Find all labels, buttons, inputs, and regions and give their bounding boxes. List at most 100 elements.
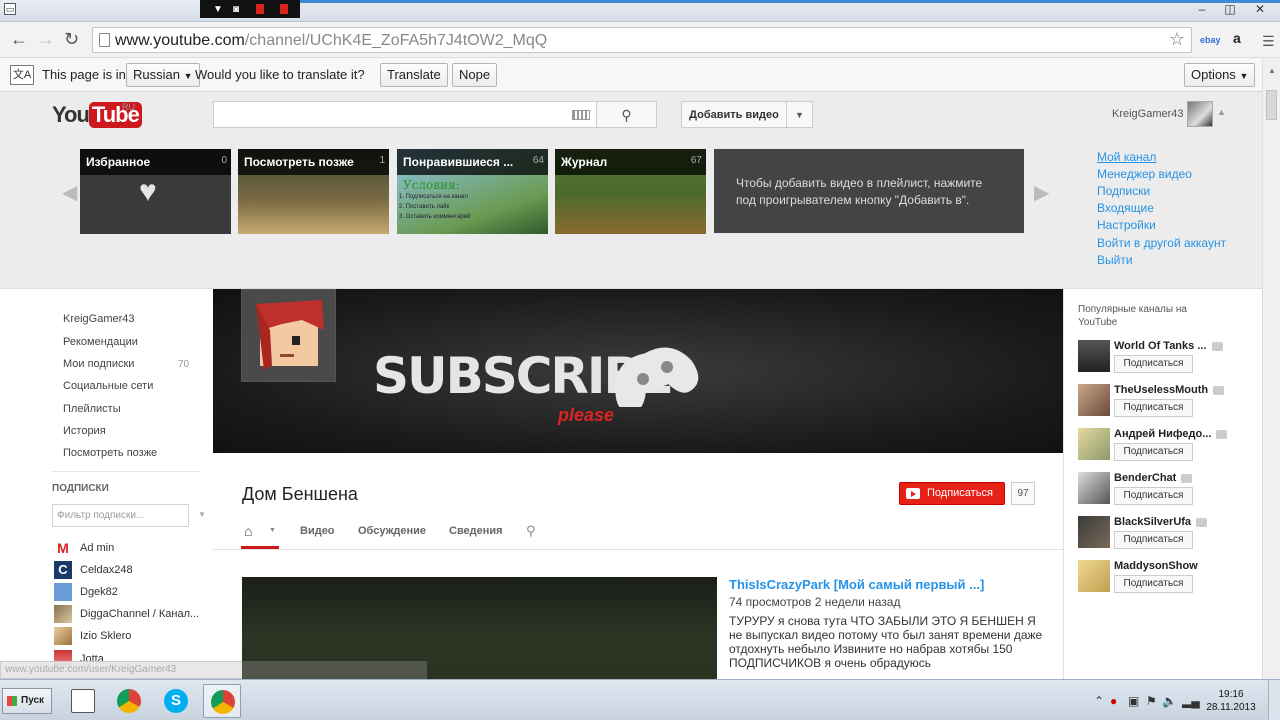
minimize-button[interactable]: – xyxy=(1188,0,1216,18)
upload-dropdown-button[interactable]: ▼ xyxy=(786,101,813,128)
close-button[interactable]: ✕ xyxy=(1246,0,1274,18)
verified-icon xyxy=(1213,385,1225,395)
bookmark-star-icon[interactable]: ☆ xyxy=(1169,29,1185,50)
search-input[interactable] xyxy=(213,101,597,128)
amazon-extension-icon[interactable]: a xyxy=(1233,30,1241,46)
taskbar-chrome-active[interactable] xyxy=(203,684,241,718)
show-desktop-button[interactable] xyxy=(1268,680,1280,720)
popular-channel-name[interactable]: BlackSilverUfa xyxy=(1114,516,1208,528)
popular-subscribe-button[interactable]: Подписаться xyxy=(1114,531,1193,549)
search-icon[interactable]: ⚲ xyxy=(526,523,536,539)
scrollbar-thumb[interactable] xyxy=(1266,90,1277,120)
restore-button[interactable]: ◫ xyxy=(1216,0,1244,18)
menu-icon[interactable]: ☰ xyxy=(1262,32,1275,50)
verified-icon xyxy=(1181,473,1193,483)
playlist-history[interactable]: Журнал 67 xyxy=(555,149,706,234)
guide-sidebar: KreigGamer43 Рекомендации Мои подписки 7… xyxy=(0,289,213,679)
popular-subscribe-button[interactable]: Подписаться xyxy=(1114,575,1193,593)
forward-arrow-icon[interactable]: → xyxy=(37,30,55,48)
clock[interactable]: 19:16 28.11.2013 xyxy=(1203,688,1259,714)
playlist-next-icon[interactable]: ▶ xyxy=(1034,180,1049,205)
popular-subscribe-button[interactable]: Подписаться xyxy=(1114,487,1193,505)
flag-icon[interactable]: ⚑ xyxy=(1146,694,1157,708)
subscribe-button[interactable]: Подписаться xyxy=(899,482,1005,505)
guide-item-channel[interactable]: KreigGamer43 xyxy=(63,313,135,325)
window-system-icon[interactable]: ▭ xyxy=(4,3,16,15)
tab-videos[interactable]: Видео xyxy=(300,525,335,537)
keyboard-icon[interactable] xyxy=(572,110,590,120)
subscriptions-link[interactable]: Подписки xyxy=(1097,183,1226,200)
back-arrow-icon[interactable]: ← xyxy=(10,30,28,48)
upload-button[interactable]: Добавить видео xyxy=(681,101,787,128)
network-icon[interactable]: ▣ xyxy=(1128,694,1139,708)
language-select[interactable]: Russian ▼ xyxy=(126,63,200,87)
switch-account-link[interactable]: Войти в другой аккаунт xyxy=(1097,234,1226,252)
sign-out-link[interactable]: Выйти xyxy=(1097,252,1226,269)
video-player[interactable] xyxy=(242,577,717,679)
page-scrollbar[interactable]: ▲ xyxy=(1262,58,1280,679)
popular-channel-name[interactable]: TheUselessMouth xyxy=(1114,384,1225,396)
nope-button[interactable]: Nope xyxy=(452,63,498,87)
tab-about[interactable]: Сведения xyxy=(449,525,503,537)
guide-item-playlists[interactable]: Плейлисты xyxy=(63,403,121,415)
channel-icon[interactable] xyxy=(1078,516,1110,548)
logo-you: You xyxy=(52,102,90,127)
chevron-down-icon[interactable]: ▼ xyxy=(198,510,206,519)
url-text[interactable]: www.youtube.com/channel/UChK4E_ZoFA5h7J4… xyxy=(115,32,547,50)
taskbar-skype[interactable]: S xyxy=(157,684,195,718)
popular-channel-name[interactable]: BenderChat xyxy=(1114,472,1193,484)
subscription-filter-input[interactable]: Фильтр подписки... xyxy=(52,504,189,527)
tab-discussion[interactable]: Обсуждение xyxy=(358,525,426,537)
playlist-prev-icon[interactable]: ◀ xyxy=(62,180,77,205)
popular-subscribe-button[interactable]: Подписаться xyxy=(1114,399,1193,417)
guide-item-social[interactable]: Социальные сети xyxy=(63,380,153,392)
youtube-logo[interactable]: You Tube RU xyxy=(52,102,142,128)
guide-item-history[interactable]: История xyxy=(63,425,106,437)
guide-item-watch-later[interactable]: Посмотреть позже xyxy=(63,447,157,459)
address-bar[interactable]: www.youtube.com/channel/UChK4E_ZoFA5h7J4… xyxy=(92,27,1192,53)
playlist-watch-later[interactable]: Посмотреть позже 1 xyxy=(238,149,389,234)
translate-button[interactable]: Translate xyxy=(380,63,448,87)
guide-item-recommendations[interactable]: Рекомендации xyxy=(63,336,138,348)
popular-channel-name[interactable]: MaddysonShow xyxy=(1114,560,1198,572)
language-select-value: Russian xyxy=(133,67,180,82)
guide-item-my-subscriptions[interactable]: Мои подписки xyxy=(63,358,134,370)
youtube-play-icon xyxy=(906,488,920,499)
reload-icon[interactable]: ↻ xyxy=(64,30,79,48)
popular-channel-name[interactable]: World Of Tanks ... xyxy=(1114,340,1223,352)
options-button[interactable]: Options ▼ xyxy=(1184,63,1256,87)
scroll-up-icon[interactable]: ▲ xyxy=(1268,66,1276,75)
home-icon[interactable]: ⌂ xyxy=(244,523,252,539)
video-title-link[interactable]: ThisIsCrazyPark [Мой самый первый ...] xyxy=(729,577,984,592)
settings-link[interactable]: Настройки xyxy=(1097,217,1226,234)
start-button[interactable]: Пуск xyxy=(2,688,52,714)
popular-subscribe-button[interactable]: Подписаться xyxy=(1114,355,1193,373)
playlist-liked[interactable]: Понравившиеся ... 64 Условия: 1. Подписа… xyxy=(397,149,548,234)
playlist-favorites[interactable]: Избранное 0 ♥ xyxy=(80,149,231,234)
video-manager-link[interactable]: Менеджер видео xyxy=(1097,166,1226,183)
popular-subscribe-button[interactable]: Подписаться xyxy=(1114,443,1193,461)
volume-icon[interactable]: 🔈 xyxy=(1162,694,1177,708)
channel-icon[interactable] xyxy=(1078,428,1110,460)
ebay-extension-icon[interactable]: ebay xyxy=(1200,35,1221,45)
channel-icon[interactable] xyxy=(1078,472,1110,504)
skype-icon: S xyxy=(164,689,188,713)
chevron-up-icon[interactable]: ▲ xyxy=(1217,107,1226,117)
record-icon[interactable]: ● xyxy=(1110,694,1117,708)
inbox-link[interactable]: Входящие xyxy=(1097,200,1226,217)
channel-icon[interactable] xyxy=(1078,340,1110,372)
signal-icon[interactable]: ▂▄ xyxy=(1182,694,1200,708)
tray-expand-icon[interactable]: ⌃ xyxy=(1094,694,1104,708)
chevron-down-icon[interactable]: ▼ xyxy=(269,527,276,534)
chrome-icon xyxy=(117,689,141,713)
channel-icon[interactable] xyxy=(1078,560,1110,592)
username[interactable]: KreigGamer43 xyxy=(1112,108,1184,120)
search-button[interactable]: ⚲ xyxy=(596,101,657,128)
popular-channel-name[interactable]: Андрей Нифедо... xyxy=(1114,428,1228,440)
taskbar-calculator[interactable] xyxy=(64,684,102,718)
channel-avatar[interactable] xyxy=(241,289,336,382)
channel-icon[interactable] xyxy=(1078,384,1110,416)
my-channel-link[interactable]: Мой канал xyxy=(1097,149,1226,166)
taskbar-chrome[interactable] xyxy=(110,684,148,718)
avatar[interactable] xyxy=(1187,101,1213,127)
